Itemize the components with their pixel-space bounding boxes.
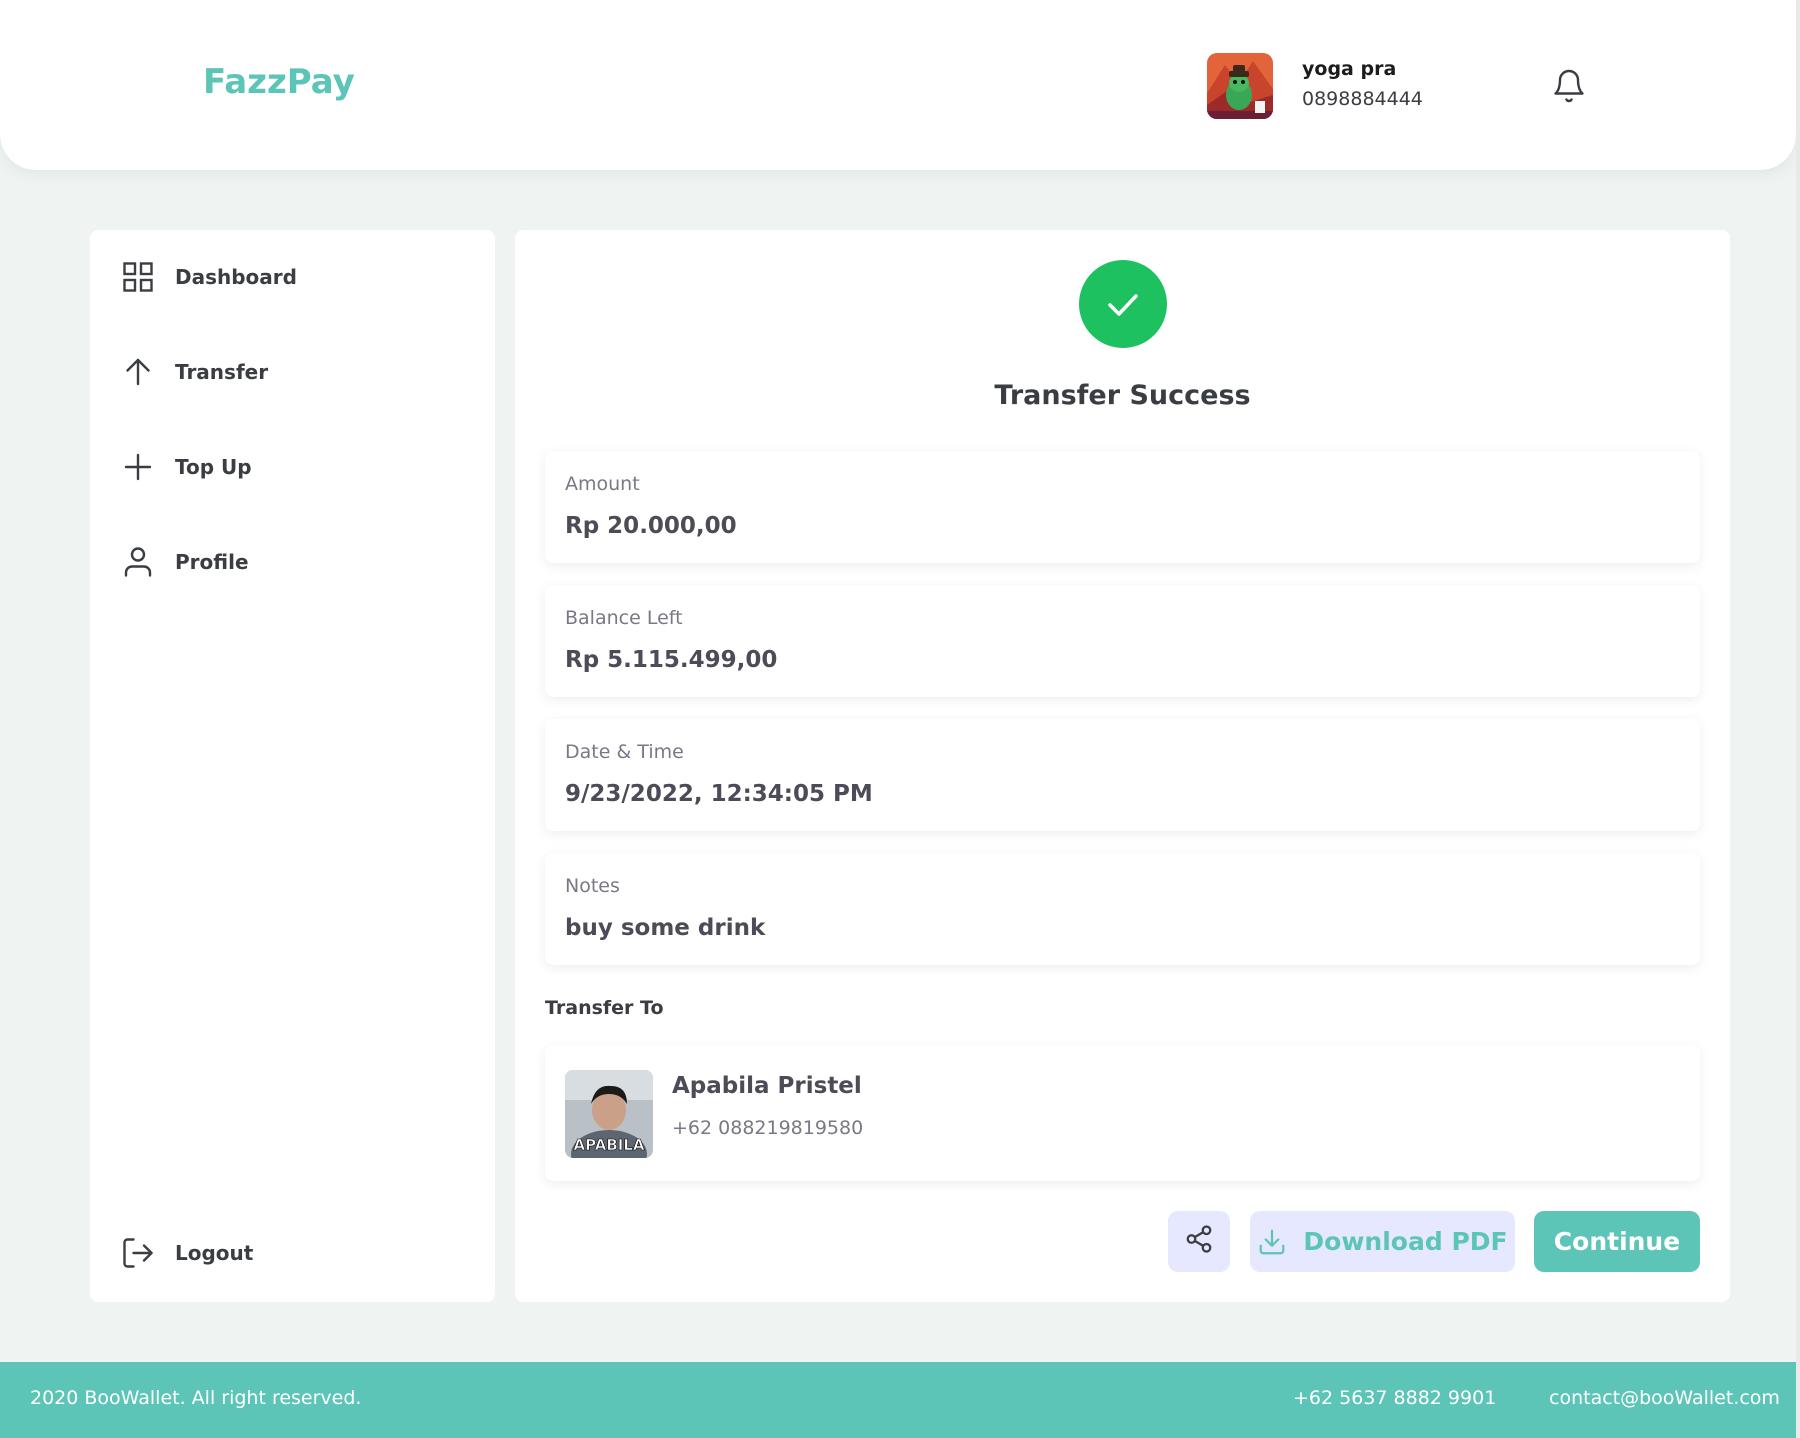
detail-value: buy some drink xyxy=(565,915,766,941)
detail-value: Rp 5.115.499,00 xyxy=(565,647,778,673)
svg-text:APABILA: APABILA xyxy=(573,1136,644,1154)
page-title: Transfer Success xyxy=(994,380,1251,411)
recipient-name: Apabila Pristel xyxy=(672,1073,862,1099)
download-pdf-label: Download PDF xyxy=(1303,1227,1508,1256)
amount-card: Amount Rp 20.000,00 xyxy=(545,451,1700,563)
detail-label: Date & Time xyxy=(565,741,684,763)
sidebar: Dashboard Transfer Top Up Profile Logout xyxy=(90,230,495,1302)
brand-logo[interactable]: FazzPay xyxy=(203,62,355,102)
recipient-avatar: APABILA xyxy=(565,1070,653,1158)
notes-card: Notes buy some drink xyxy=(545,853,1700,965)
share-button[interactable] xyxy=(1168,1211,1230,1272)
bell-icon[interactable] xyxy=(1551,68,1587,104)
recipient-card: APABILA Apabila Pristel +62 088219819580 xyxy=(545,1045,1700,1181)
transfer-result-panel: Transfer Success Amount Rp 20.000,00 Bal… xyxy=(515,230,1730,1302)
footer-copyright: 2020 BooWallet. All right reserved. xyxy=(30,1387,362,1409)
sidebar-item-label: Dashboard xyxy=(175,265,297,289)
sidebar-item-label: Top Up xyxy=(175,455,252,479)
balance-left-card: Balance Left Rp 5.115.499,00 xyxy=(545,585,1700,697)
sidebar-item-dashboard[interactable]: Dashboard xyxy=(120,257,297,297)
plus-icon xyxy=(120,449,156,485)
transfer-to-heading: Transfer To xyxy=(545,997,664,1019)
grid-icon xyxy=(120,259,156,295)
recipient-phone: +62 088219819580 xyxy=(672,1117,864,1139)
user-avatar[interactable] xyxy=(1207,53,1273,119)
logout-icon xyxy=(120,1235,156,1271)
share-icon xyxy=(1184,1224,1214,1260)
logout-label: Logout xyxy=(175,1241,254,1265)
user-name: yoga pra xyxy=(1302,58,1397,80)
sidebar-item-label: Profile xyxy=(175,550,249,574)
footer-phone: +62 5637 8882 9901 xyxy=(1293,1387,1497,1409)
continue-button[interactable]: Continue xyxy=(1534,1211,1700,1272)
download-pdf-button[interactable]: Download PDF xyxy=(1250,1211,1515,1272)
user-icon xyxy=(120,544,156,580)
detail-value: 9/23/2022, 12:34:05 PM xyxy=(565,781,873,807)
sidebar-item-profile[interactable]: Profile xyxy=(120,542,249,582)
logout-button[interactable]: Logout xyxy=(120,1233,253,1273)
download-icon xyxy=(1257,1227,1287,1257)
footer: 2020 BooWallet. All right reserved. +62 … xyxy=(0,1362,1796,1438)
footer-email[interactable]: contact@booWallet.com xyxy=(1549,1387,1780,1409)
detail-value: Rp 20.000,00 xyxy=(565,513,737,539)
detail-label: Notes xyxy=(565,875,620,897)
top-header: FazzPay yoga pra 0898884444 xyxy=(0,0,1796,170)
arrow-up-icon xyxy=(120,354,156,390)
date-time-card: Date & Time 9/23/2022, 12:34:05 PM xyxy=(545,719,1700,831)
sidebar-item-top-up[interactable]: Top Up xyxy=(120,447,252,487)
sidebar-item-transfer[interactable]: Transfer xyxy=(120,352,268,392)
success-check-icon xyxy=(1079,260,1167,348)
detail-label: Balance Left xyxy=(565,607,683,629)
user-phone: 0898884444 xyxy=(1302,88,1423,110)
sidebar-item-label: Transfer xyxy=(175,360,269,384)
page-scrollbar[interactable] xyxy=(1796,0,1800,1438)
detail-label: Amount xyxy=(565,473,640,495)
